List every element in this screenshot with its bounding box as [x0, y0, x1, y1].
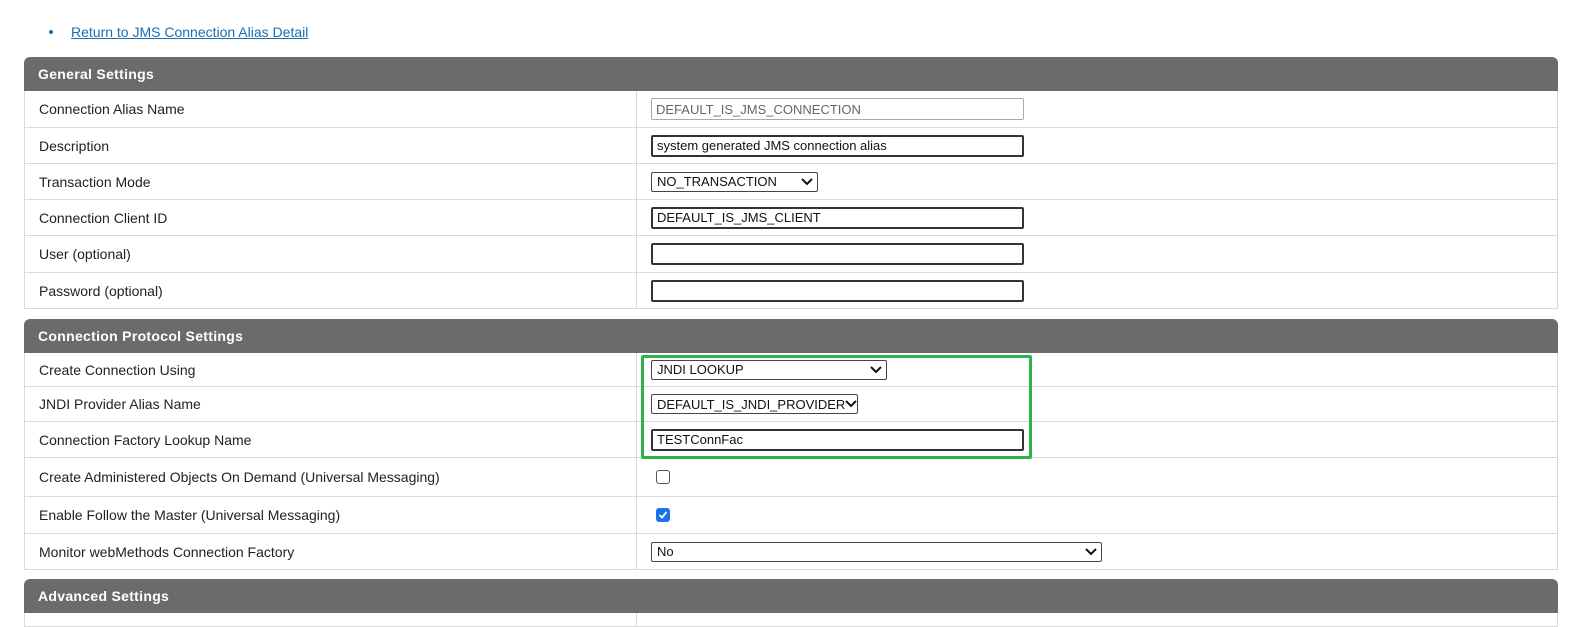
alias-name-row: Connection Alias Name: [24, 91, 1558, 128]
factory-lookup-label: Connection Factory Lookup Name: [25, 422, 637, 457]
client-id-field[interactable]: [651, 206, 1024, 229]
transaction-mode-row: Transaction Mode NO_TRANSACTION: [24, 164, 1558, 200]
user-field[interactable]: [651, 243, 1024, 265]
create-using-value: JNDI LOOKUP: [657, 362, 744, 377]
alias-name-label: Connection Alias Name: [25, 91, 637, 127]
advanced-settings-section: Advanced Settings: [24, 579, 1558, 627]
chevron-down-icon: [870, 364, 882, 376]
chevron-down-icon: [845, 398, 858, 410]
client-id-row: Connection Client ID: [24, 200, 1558, 236]
monitor-factory-select[interactable]: No: [651, 541, 1102, 562]
create-using-label: Create Connection Using: [25, 353, 637, 386]
transaction-mode-label: Transaction Mode: [25, 164, 637, 199]
advanced-settings-header: Advanced Settings: [24, 579, 1558, 613]
follow-master-checkbox[interactable]: [656, 508, 670, 522]
breadcrumb-nav: Return to JMS Connection Alias Detail: [49, 22, 308, 42]
factory-lookup-row: Connection Factory Lookup Name: [24, 422, 1558, 458]
follow-master-row: Enable Follow the Master (Universal Mess…: [24, 497, 1558, 534]
chevron-down-icon: [1085, 546, 1097, 558]
bullet-icon: [49, 30, 53, 34]
client-id-label: Connection Client ID: [25, 200, 637, 235]
password-row: Password (optional): [24, 273, 1558, 309]
admin-objects-checkbox[interactable]: [656, 470, 670, 484]
create-using-select[interactable]: JNDI LOOKUP: [651, 359, 887, 380]
jndi-alias-label: JNDI Provider Alias Name: [25, 387, 637, 421]
admin-objects-label: Create Administered Objects On Demand (U…: [25, 458, 637, 496]
user-row: User (optional): [24, 236, 1558, 273]
jndi-alias-row: JNDI Provider Alias Name DEFAULT_IS_JNDI…: [24, 387, 1558, 422]
factory-lookup-field[interactable]: [651, 428, 1024, 451]
checkmark-icon: [658, 511, 668, 519]
description-label: Description: [25, 128, 637, 163]
jndi-alias-select[interactable]: DEFAULT_IS_JNDI_PROVIDER: [651, 394, 858, 414]
advanced-first-row: [24, 613, 1558, 627]
protocol-settings-section: Connection Protocol Settings Create Conn…: [24, 319, 1558, 570]
admin-objects-row: Create Administered Objects On Demand (U…: [24, 458, 1558, 497]
password-label: Password (optional): [25, 273, 637, 308]
general-settings-section: General Settings Connection Alias Name D…: [24, 57, 1558, 309]
description-field[interactable]: [651, 134, 1024, 157]
description-row: Description: [24, 128, 1558, 164]
monitor-factory-value: No: [657, 544, 674, 559]
follow-master-label: Enable Follow the Master (Universal Mess…: [25, 497, 637, 533]
monitor-factory-row: Monitor webMethods Connection Factory No: [24, 534, 1558, 570]
password-field[interactable]: [651, 279, 1024, 302]
protocol-settings-header: Connection Protocol Settings: [24, 319, 1558, 353]
create-using-row: Create Connection Using JNDI LOOKUP: [24, 353, 1558, 387]
jndi-alias-value: DEFAULT_IS_JNDI_PROVIDER: [657, 396, 846, 412]
chevron-down-icon: [801, 176, 813, 188]
user-label: User (optional): [25, 236, 637, 272]
alias-name-field: [651, 98, 1024, 120]
return-to-alias-detail-link[interactable]: Return to JMS Connection Alias Detail: [71, 24, 308, 40]
transaction-mode-value: NO_TRANSACTION: [657, 174, 777, 189]
general-settings-header: General Settings: [24, 57, 1558, 91]
transaction-mode-select[interactable]: NO_TRANSACTION: [651, 171, 818, 192]
monitor-factory-label: Monitor webMethods Connection Factory: [25, 534, 637, 569]
